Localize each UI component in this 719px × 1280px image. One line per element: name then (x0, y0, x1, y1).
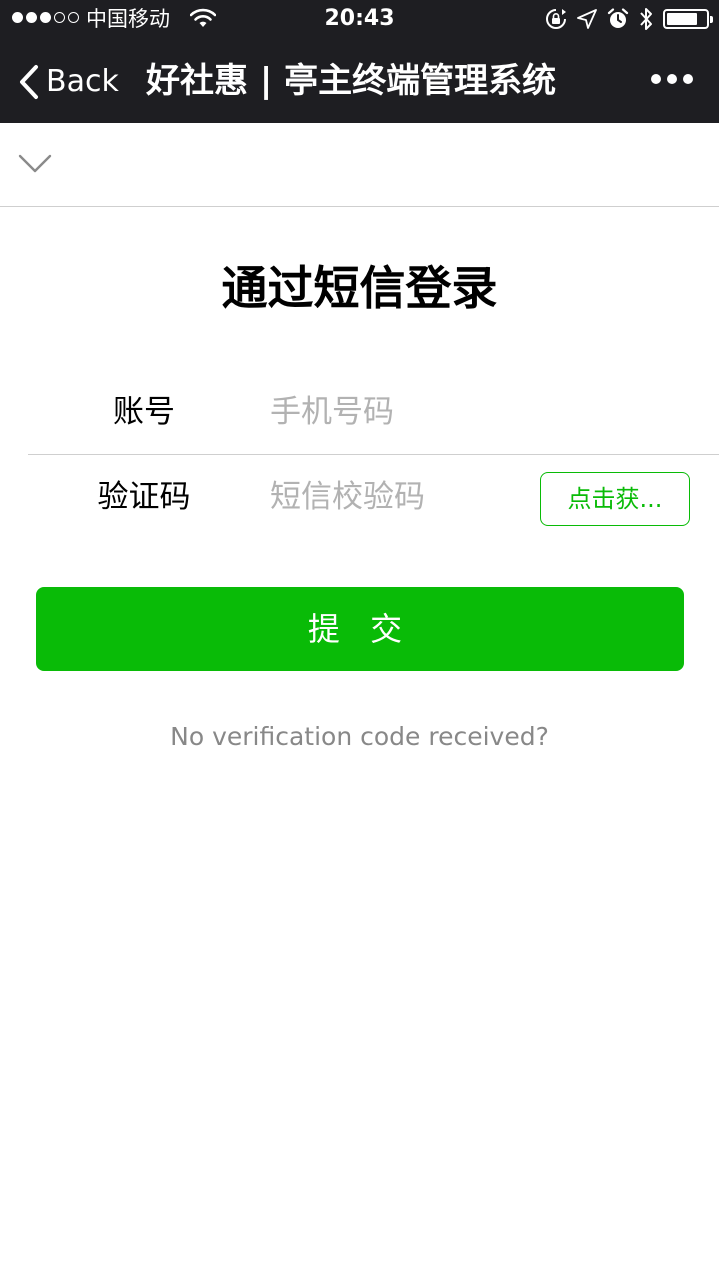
sms-code-input[interactable] (270, 473, 520, 521)
alarm-icon (607, 8, 629, 28)
battery-level (667, 13, 698, 25)
no-code-link[interactable]: No verification code received? (0, 718, 719, 756)
chevron-down-icon[interactable] (18, 153, 52, 175)
get-code-button[interactable]: 点击获... (540, 472, 690, 526)
top-bar: 中国移动 20:43 Back 好社惠 | 亭主终端管理系统 (0, 0, 719, 123)
phone-number-input[interactable] (270, 388, 690, 436)
account-row: 账号 (0, 370, 719, 454)
back-button[interactable]: Back (18, 62, 119, 102)
more-options-button[interactable] (651, 74, 693, 84)
more-dot-icon (651, 74, 661, 84)
page-title: 好社惠 | 亭主终端管理系统 (146, 61, 557, 101)
status-bar: 中国移动 20:43 (0, 0, 719, 40)
collapse-bar (0, 123, 719, 207)
account-label: 账号 (113, 394, 175, 430)
chevron-left-icon (20, 65, 38, 99)
more-dot-icon (683, 74, 693, 84)
submit-button[interactable]: 提 交 (36, 587, 684, 671)
status-icons (545, 7, 713, 31)
login-heading: 通过短信登录 (221, 261, 498, 315)
back-button-label: Back (46, 64, 119, 99)
verification-code-label: 验证码 (97, 479, 191, 515)
more-dot-icon (667, 74, 677, 84)
navigation-bar: Back 好社惠 | 亭主终端管理系统 (0, 40, 719, 123)
rotation-lock-icon (546, 9, 566, 29)
bluetooth-icon (640, 8, 652, 30)
battery-icon (663, 9, 713, 29)
location-icon (577, 9, 597, 29)
